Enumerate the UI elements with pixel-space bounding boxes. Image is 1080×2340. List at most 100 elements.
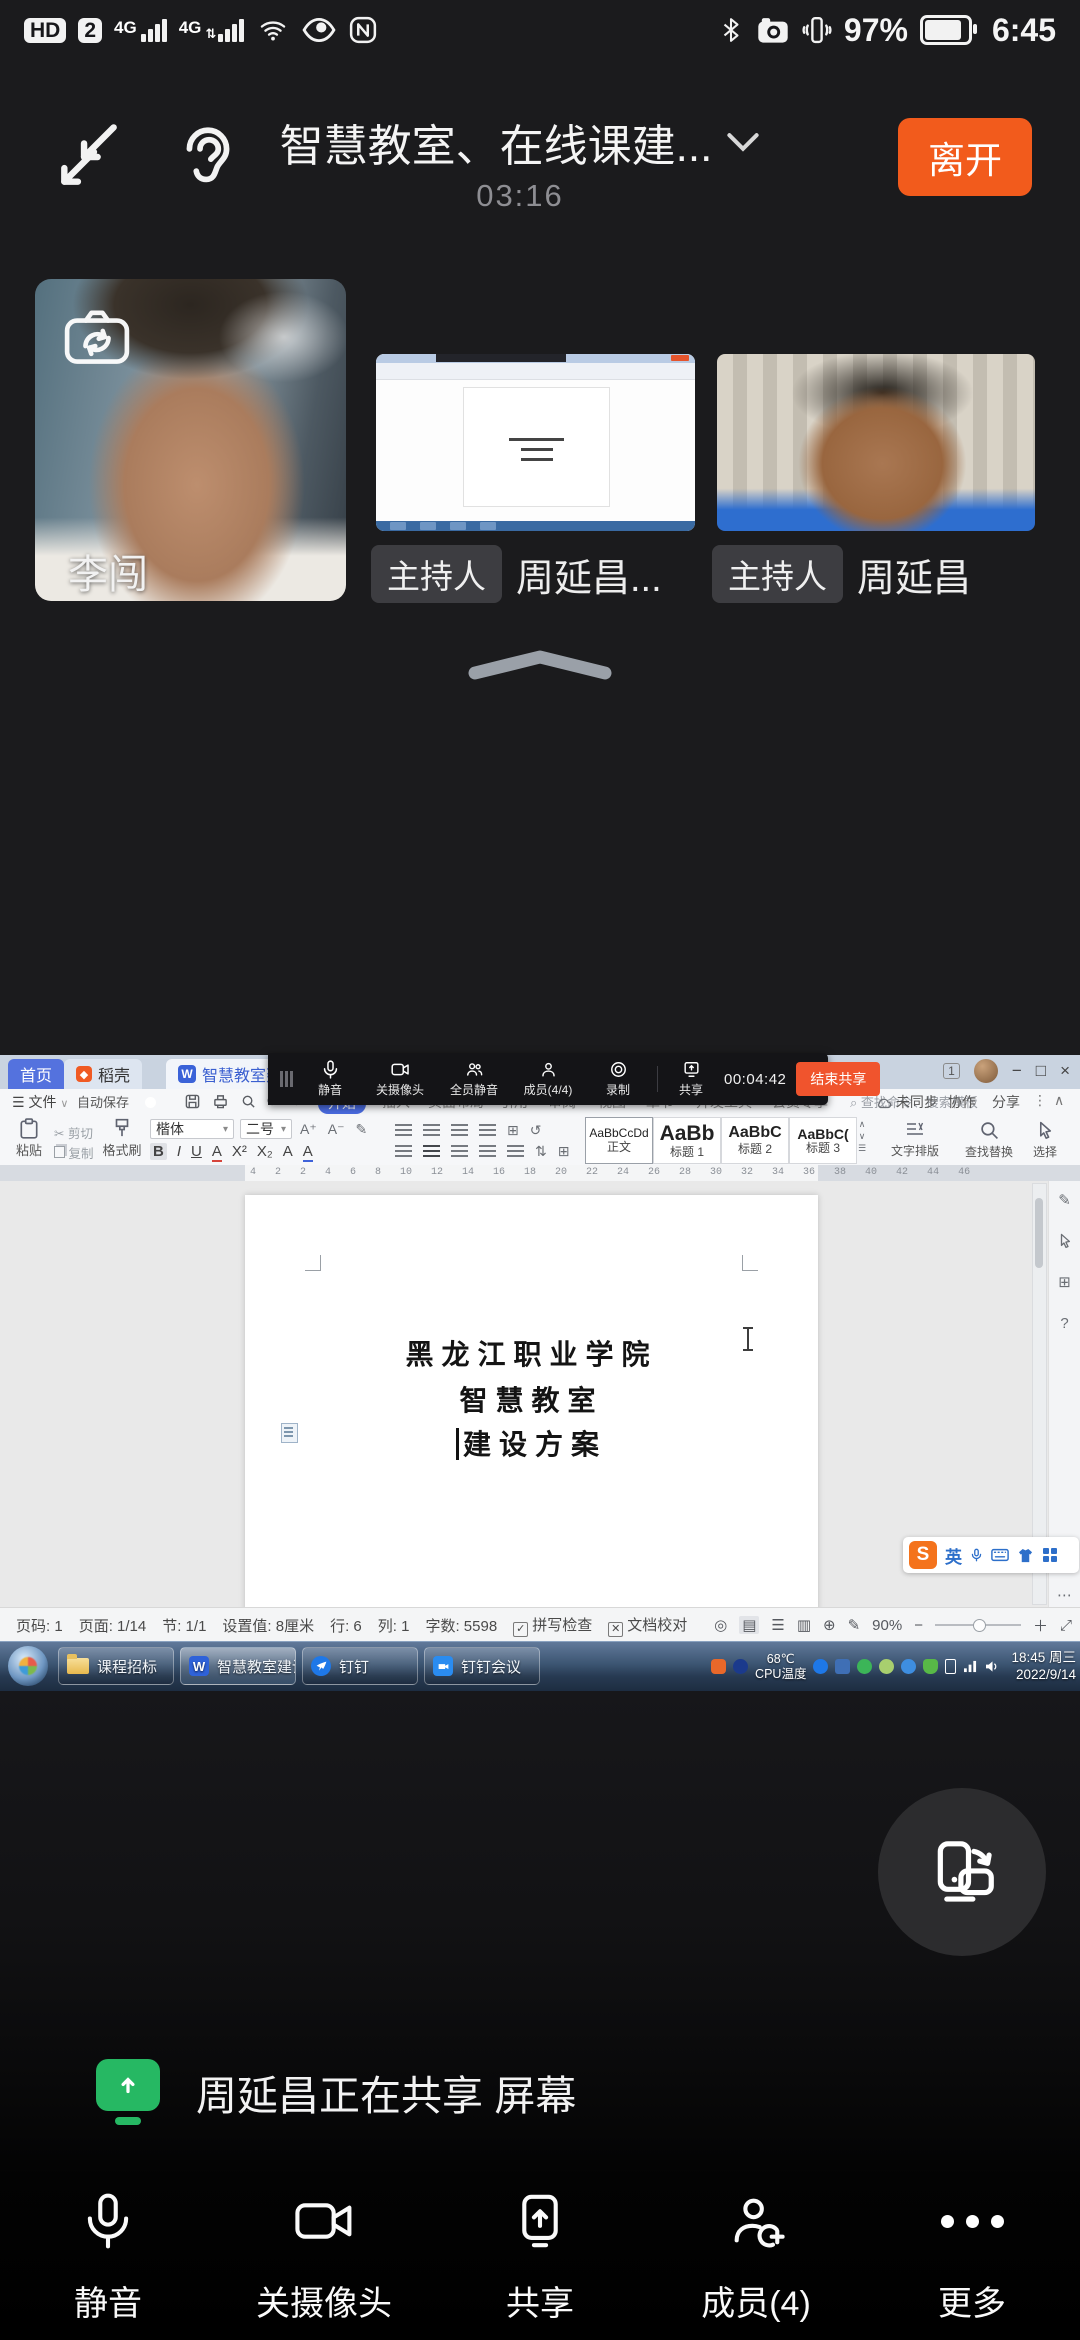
status-wordcount[interactable]: 字数: 5598	[425, 1615, 497, 1636]
edit-pen-icon[interactable]: ✎	[848, 1616, 861, 1634]
indent-increase-icon[interactable]	[479, 1124, 496, 1137]
tray-leaf-icon[interactable]	[879, 1659, 894, 1674]
camera-flip-icon[interactable]	[60, 304, 134, 366]
tray-sogou-icon[interactable]	[711, 1659, 726, 1674]
share-button[interactable]: 分享	[992, 1092, 1020, 1112]
style-normal[interactable]: AaBbCcDd 正文	[585, 1117, 653, 1164]
taskbar-clock[interactable]: 18:45 周三 2022/9/14	[1011, 1650, 1076, 1684]
document-page[interactable]: 黑龙江职业学院 智慧教室 建设方案	[245, 1195, 818, 1607]
find-replace-button[interactable]: 查找替换	[952, 1117, 1026, 1163]
line-spacing-icon[interactable]: ⇅	[535, 1143, 547, 1160]
tray-help-icon[interactable]	[733, 1659, 748, 1674]
preview-icon[interactable]	[241, 1094, 256, 1109]
record-macro-icon[interactable]: ◎	[714, 1616, 727, 1634]
subscript-button[interactable]: X₂	[257, 1143, 273, 1160]
gallery-more-icon[interactable]: ☰	[858, 1143, 866, 1154]
tray-cloud-icon[interactable]	[901, 1659, 916, 1674]
document-area[interactable]: 黑龙江职业学院 智慧教室 建设方案 ✎ ⊞ ? ⋯ S 英	[0, 1181, 1080, 1607]
taskbar-dingtalk-button[interactable]: 钉钉	[302, 1647, 418, 1685]
view-page-icon[interactable]: ▤	[739, 1616, 759, 1634]
zoom-in-icon[interactable]: ＋	[1033, 1615, 1048, 1636]
fullscreen-icon[interactable]: ⤢	[1060, 1617, 1072, 1634]
tray-shield-icon[interactable]	[923, 1659, 938, 1674]
ime-skin-icon[interactable]	[1017, 1548, 1034, 1563]
style-heading2[interactable]: AaBbC 标题 2	[721, 1117, 789, 1164]
spin-down-icon[interactable]: ∨	[859, 1131, 866, 1142]
indent-decrease-icon[interactable]	[451, 1124, 468, 1137]
font-scale-icons[interactable]: A⁺ A⁻ ✎	[300, 1121, 367, 1138]
distribute-icon[interactable]	[507, 1145, 524, 1158]
ime-grid-icon[interactable]	[1042, 1547, 1058, 1563]
highlight-button[interactable]: A	[303, 1143, 313, 1160]
proofread-toggle[interactable]: ✕文档校对	[608, 1614, 687, 1637]
pc-camera-button[interactable]: 关摄像头	[363, 1060, 437, 1098]
ime-mode[interactable]: 英	[945, 1543, 962, 1568]
print-icon[interactable]	[213, 1094, 228, 1109]
tray-dingtalk-icon[interactable]	[813, 1659, 828, 1674]
zoom-slider[interactable]	[935, 1624, 1021, 1626]
tray-battery-icon[interactable]	[945, 1659, 956, 1674]
italic-button[interactable]: I	[177, 1143, 181, 1160]
align-center-icon[interactable]	[423, 1145, 440, 1158]
tray-volume-icon[interactable]	[985, 1660, 1000, 1673]
collapse-ribbon-icon[interactable]: ∧	[1054, 1092, 1064, 1109]
tray-network-icon[interactable]	[963, 1660, 978, 1673]
wrap-icon[interactable]: ↺	[530, 1122, 542, 1139]
superscript-button[interactable]: X²	[232, 1143, 247, 1160]
view-outline-icon[interactable]: ☰	[771, 1616, 784, 1634]
zoom-knob[interactable]	[973, 1619, 986, 1632]
rotate-screen-button[interactable]	[878, 1788, 1046, 1956]
ime-keyboard-icon[interactable]	[991, 1548, 1009, 1562]
zoom-out-icon[interactable]: −	[914, 1617, 923, 1634]
grow-font-icon[interactable]: A⁺	[300, 1121, 317, 1138]
font-size-select[interactable]: 二号 ▾	[240, 1119, 292, 1139]
more-button[interactable]: 更多	[864, 2170, 1080, 2340]
participant-tile-screenshare[interactable]	[376, 354, 695, 531]
paragraph-selector-icon[interactable]	[281, 1423, 298, 1443]
maximize-button[interactable]: □	[1036, 1061, 1046, 1081]
more-menu-icon[interactable]: ⋮	[1033, 1092, 1047, 1109]
mute-button[interactable]: 静音	[0, 2170, 216, 2340]
pc-share-button[interactable]: 共享	[664, 1060, 718, 1098]
spellcheck-toggle[interactable]: ✓拼写检查	[513, 1614, 592, 1637]
close-button[interactable]: ×	[1060, 1061, 1070, 1081]
text-layout-button[interactable]: 文字排版	[878, 1117, 952, 1163]
taskbar-meeting-button[interactable]: 钉钉会议	[424, 1647, 540, 1685]
font-name-select[interactable]: 楷体 ▾	[150, 1119, 234, 1139]
format-painter-button[interactable]: 格式刷	[100, 1118, 144, 1159]
pc-mute-button[interactable]: 静音	[297, 1060, 363, 1098]
paste-button[interactable]: 粘贴	[10, 1118, 48, 1159]
file-menu[interactable]: ☰ 文件 ∨	[12, 1092, 68, 1112]
ime-toolbar[interactable]: S 英	[903, 1537, 1079, 1573]
align-right-icon[interactable]	[451, 1145, 468, 1158]
taskbar-folder-button[interactable]: 课程招标	[58, 1647, 174, 1685]
camera-off-button[interactable]: 关摄像头	[216, 2170, 432, 2340]
select-button[interactable]: 选择	[1016, 1117, 1074, 1163]
view-read-icon[interactable]: ⊕	[823, 1616, 836, 1634]
sort-icon[interactable]: ⊞	[507, 1122, 519, 1139]
more-tools-icon[interactable]: ⋯	[1057, 1586, 1072, 1604]
align-justify-icon[interactable]	[479, 1145, 496, 1158]
help-icon[interactable]: ?	[1060, 1315, 1068, 1332]
scroll-thumb[interactable]	[1035, 1198, 1043, 1268]
style-heading3[interactable]: AaBbC( 标题 3	[789, 1117, 857, 1164]
pc-meeting-toolbar[interactable]: 静音 关摄像头 全员静音 成员(4/4)	[268, 1053, 828, 1105]
sogou-logo-icon[interactable]: S	[909, 1541, 937, 1569]
number-list-icon[interactable]	[423, 1124, 440, 1137]
settings-tool-icon[interactable]: ⊞	[1058, 1273, 1071, 1291]
style-gallery-spinner[interactable]: ∧ ∨ ☰	[858, 1119, 866, 1154]
save-icon[interactable]	[185, 1094, 200, 1109]
bold-button[interactable]: B	[150, 1143, 167, 1160]
minimize-button[interactable]: −	[1012, 1061, 1022, 1081]
wps-tab-docer[interactable]: ◆ 稻壳	[64, 1059, 142, 1089]
copy-button[interactable]: 复制	[54, 1143, 94, 1162]
meeting-title-row[interactable]: 智慧教室、在线课建...	[190, 110, 850, 174]
drag-handle[interactable]	[280, 1071, 283, 1087]
participant-tile-host[interactable]	[717, 354, 1035, 531]
collapse-handle[interactable]	[465, 648, 615, 682]
underline-button[interactable]: U	[191, 1143, 202, 1160]
ruler[interactable]: 4 2 2 4 6 8 10 12 14 16 18 20 22 24 26 2…	[0, 1165, 1080, 1181]
wps-tab-home[interactable]: 首页	[8, 1059, 64, 1089]
cut-button[interactable]: ✂ 剪切	[54, 1123, 93, 1142]
spin-up-icon[interactable]: ∧	[859, 1119, 866, 1130]
